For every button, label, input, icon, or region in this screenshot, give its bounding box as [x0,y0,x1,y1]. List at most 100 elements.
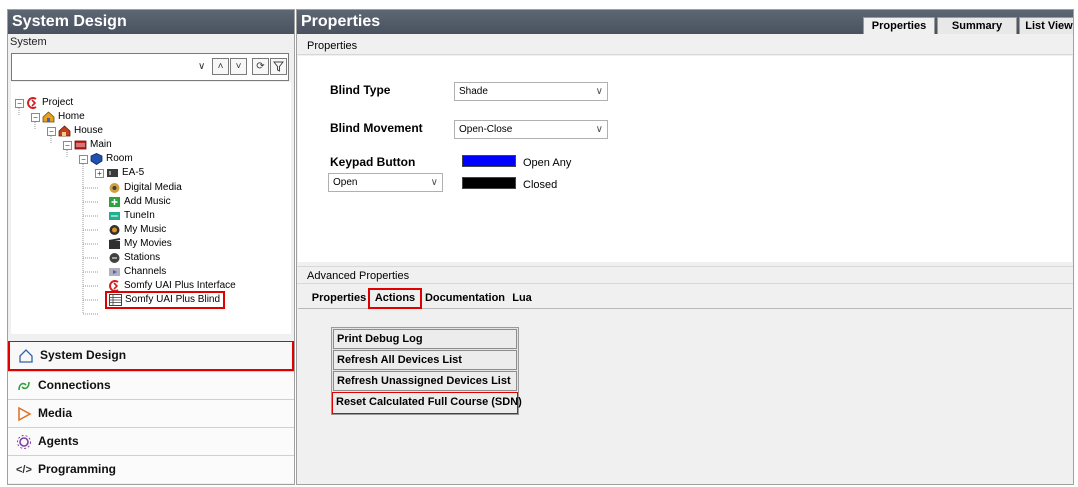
closed-label: Closed [523,179,558,191]
system-label: System [8,34,294,50]
tree-node-room[interactable]: − Room [79,152,133,166]
connections-icon [18,381,30,391]
adv-tab-properties[interactable]: Properties [311,290,367,308]
chevron-down-icon: ∨ [595,86,603,97]
stations-icon [109,253,120,263]
my-music-icon [109,225,120,235]
refresh-icon: ⟳ [256,61,265,72]
collapse-icon[interactable]: − [63,140,72,150]
actions-list: Print Debug Log Refresh All Devices List… [331,327,522,415]
collapse-icon[interactable]: − [15,98,24,108]
chevron-down-icon: ∨ [595,124,603,135]
print-debug-log-button[interactable]: Print Debug Log [333,329,517,349]
adv-tab-lua[interactable]: Lua [509,290,535,308]
nav-system-design[interactable]: System Design [8,341,294,371]
tree-node-my-music[interactable]: My Music [108,223,166,237]
refresh-button[interactable]: ⟳ [252,58,269,75]
system-design-icon [19,349,33,363]
blind-type-label: Blind Type [330,83,391,97]
collapse-icon[interactable]: − [79,154,88,164]
system-tree[interactable]: − Project − Home − House − Main − Room +… [11,82,291,334]
pane-title: System Design [8,10,294,34]
agents-icon [17,435,31,449]
tree-node-label: TuneIn [124,210,155,221]
tree-node-label: Somfy UAI Plus Blind [125,294,221,305]
blind-movement-select[interactable]: Open-Close ∨ [454,120,608,139]
select-value: Shade [459,86,488,97]
my-movies-icon [108,238,121,249]
nav-label: Media [38,406,73,420]
add-music-icon [109,197,120,207]
nav-connections[interactable]: Connections [8,371,294,399]
tree-node-label: My Movies [124,238,172,249]
section-label-advanced: Advanced Properties [297,266,1073,284]
filter-icon [272,61,285,72]
tree-node-label: Channels [124,266,167,277]
select-value: Open [333,177,358,188]
filter-button[interactable] [270,58,287,75]
collapse-icon[interactable]: − [31,112,40,122]
tab-summary[interactable]: Summary [937,17,1017,34]
pane-title: Properties [301,13,381,30]
tree-node-label: Room [106,153,133,164]
blind-movement-label: Blind Movement [330,121,423,135]
nav-programming[interactable]: </> Programming [8,455,294,483]
tree-node-main[interactable]: − Main [63,138,112,152]
select-value: Open-Close [459,124,513,135]
programming-icon: </> [16,464,32,476]
home-icon [42,111,55,123]
adv-tab-actions[interactable]: Actions [368,288,422,309]
tree-node-home[interactable]: − Home [31,110,85,124]
chevron-down-icon[interactable]: ∨ [198,61,205,72]
refresh-all-devices-button[interactable]: Refresh All Devices List [333,350,517,370]
reset-full-course-button[interactable]: Reset Calculated Full Course (SDN) [332,392,522,414]
arrow-up-button[interactable]: ˄ [212,58,229,75]
house-icon [58,125,71,137]
nav-media[interactable]: Media [8,399,294,427]
keypad-button-label: Keypad Button [330,155,416,169]
system-filter-combo[interactable]: ∨ ˄ ˅ ⟳ [11,53,289,81]
tree-node-label: Main [90,139,112,150]
tree-node-digital-media[interactable]: Digital Media [108,181,182,195]
tree-node-label: EA-5 [122,167,145,178]
system-design-pane: System Design System ∨ ˄ ˅ ⟳ − Project −… [7,9,295,485]
controller-icon [107,169,118,177]
blind-type-select[interactable]: Shade ∨ [454,82,608,101]
pane-title-bar: Properties Properties Summary List View [297,10,1073,34]
chevron-up-icon: ˄ [217,61,224,72]
tree-node-add-music[interactable]: Add Music [108,195,171,209]
closed-swatch[interactable] [462,177,516,189]
tree-node-label: Digital Media [124,182,182,193]
nav-label: Agents [38,434,79,448]
refresh-unassigned-devices-button[interactable]: Refresh Unassigned Devices List [333,371,517,391]
project-icon [27,97,37,109]
chevron-down-icon: ˅ [235,61,242,72]
floor-icon [74,140,87,150]
open-any-label: Open Any [523,157,572,169]
arrow-down-button[interactable]: ˅ [230,58,247,75]
tab-properties[interactable]: Properties [863,17,935,34]
chevron-down-icon: ∨ [430,177,438,188]
tree-node-my-movies[interactable]: My Movies [108,237,172,251]
keypad-button-select[interactable]: Open ∨ [328,173,443,192]
nav-agents[interactable]: Agents [8,427,294,455]
tree-node-stations[interactable]: Stations [108,251,160,265]
tree-node-label: Project [42,97,74,108]
digital-media-icon [109,183,120,193]
adv-tab-documentation[interactable]: Documentation [423,290,507,308]
section-label-properties: Properties [297,37,1073,55]
nav-label: Programming [38,462,117,476]
expand-icon[interactable]: + [95,168,104,178]
nav-label: System Design [40,348,127,362]
tree-node-tunein[interactable]: TuneIn [108,209,155,223]
tree-node-channels[interactable]: Channels [108,265,166,279]
tree-node-house[interactable]: − House [47,124,103,138]
open-any-swatch[interactable] [462,155,516,167]
tree-node-somfy-blind[interactable]: Somfy UAI Plus Blind [105,291,226,309]
tree-node-project[interactable]: − Project [15,96,73,110]
tree-node-ea5[interactable]: + EA-5 [95,166,144,180]
tree-node-label: House [74,125,103,136]
tab-list-view[interactable]: List View [1019,17,1073,34]
collapse-icon[interactable]: − [47,126,56,136]
tree-node-label: My Music [124,224,167,235]
